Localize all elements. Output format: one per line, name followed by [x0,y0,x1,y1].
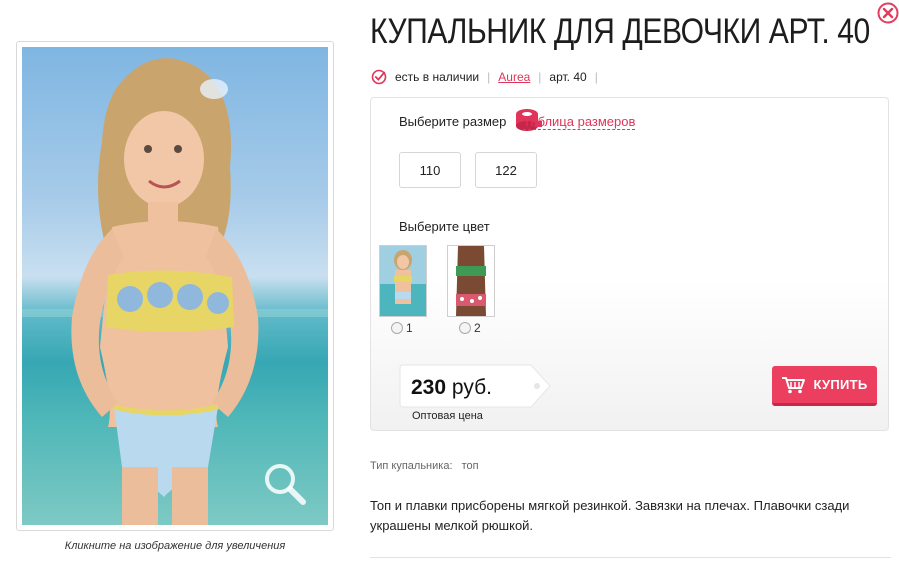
price-amount: 230 [411,376,447,399]
meta-divider: | [487,70,491,84]
buy-button-label: КУПИТЬ [813,377,868,392]
product-description: Топ и плавки присборены мягкой резинкой.… [370,498,850,533]
color-option-2[interactable]: 2 [459,321,481,335]
page-title: КУПАЛЬНИК ДЛЯ ДЕВОЧКИ АРТ. 40 [370,12,870,51]
color-number-2: 2 [474,321,481,335]
color-option-1[interactable]: 1 [391,321,413,335]
product-meta: есть в наличии | Aurea | арт. 40 | [371,68,606,86]
color-label: Выберите цвет [399,219,490,234]
product-image[interactable] [22,47,328,525]
size-option-122[interactable]: 122 [475,152,537,188]
price: 230 руб. [411,376,492,400]
color-radio-1[interactable] [391,322,403,334]
color-option-2-thumbnail[interactable] [447,245,495,317]
meta-divider: | [538,70,542,84]
color-1-image [380,246,426,316]
availability-status: есть в наличии [395,70,480,84]
property-value: топ [461,460,479,472]
size-option-110[interactable]: 110 [399,152,461,188]
color-2-image [448,246,494,316]
product-photo-illustration [22,58,328,525]
image-caption: Кликните на изображение для увеличения [64,540,286,552]
price-currency: руб. [451,376,492,399]
meta-divider: | [594,70,598,84]
size-label: Выберите размер [399,114,507,129]
product-image-frame[interactable] [16,41,334,531]
article-number: арт. 40 [549,70,587,84]
color-radio-2[interactable] [459,322,471,334]
size-table-link[interactable]: Таблица размеров [523,114,636,130]
property-name: Тип купальника: [370,460,453,472]
close-icon[interactable] [877,2,899,24]
color-number-1: 1 [406,321,413,335]
zoom-icon[interactable] [262,461,308,507]
color-option-1-thumbnail[interactable] [379,245,427,317]
brand-link[interactable]: Aurea [498,70,530,84]
property-row: Тип купальника: топ [370,460,479,472]
check-circle-icon [371,69,387,85]
divider [370,557,891,558]
price-note: Оптовая цена [412,410,483,422]
buy-button[interactable]: КУПИТЬ [772,366,877,406]
cart-icon [782,376,806,393]
purchase-options-panel: Выберите размер Таблица размеров 110 122… [370,97,889,431]
